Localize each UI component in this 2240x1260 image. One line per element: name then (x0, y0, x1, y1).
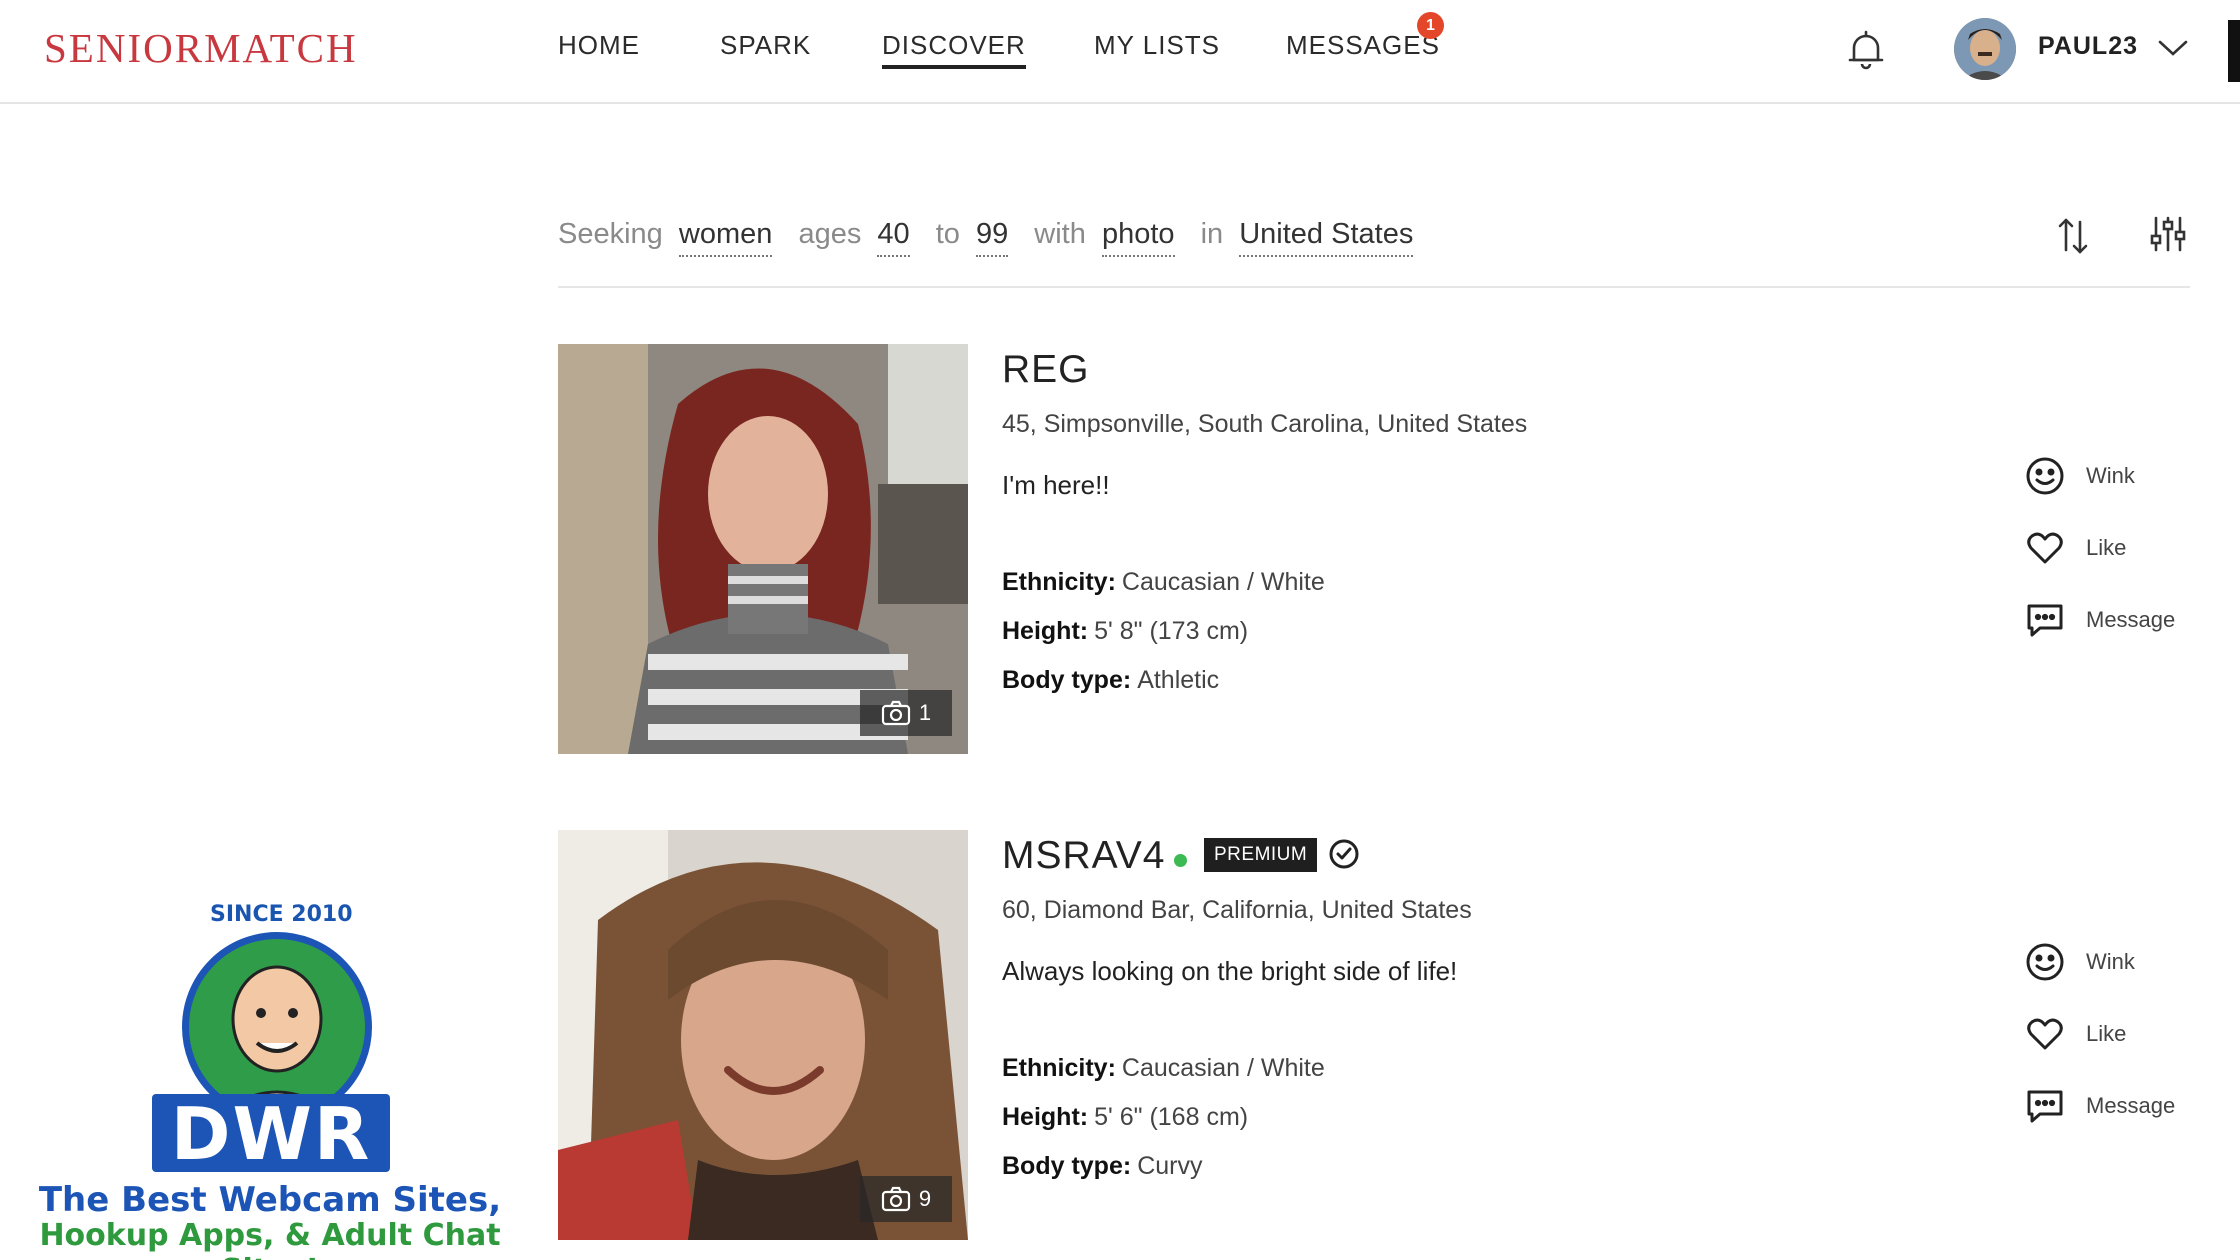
site-logo[interactable]: SENIORMATCH (44, 24, 358, 72)
profile-height: Height: 5' 8" (173 cm) (1002, 617, 1248, 646)
watermark-brand: DWR (152, 1094, 390, 1174)
body-type-value: Curvy (1137, 1152, 1203, 1180)
premium-badge: PREMIUM (1204, 838, 1318, 872)
scrollbar-edge (2228, 20, 2240, 82)
profile-photo[interactable]: 9 (558, 830, 968, 1240)
location-filter[interactable]: United States (1239, 218, 1414, 257)
to-label: to (935, 218, 960, 250)
photo-count-badge[interactable]: 1 (860, 690, 952, 736)
profile-card: 1 REG 45, Simpsonville, South Carolina, … (558, 344, 2190, 754)
like-button[interactable]: Like (2024, 1012, 2126, 1056)
profile-name[interactable]: MSRAV4 (1002, 834, 1166, 878)
height-value: 5' 6" (168 cm) (1094, 1103, 1249, 1131)
in-label: in (1200, 218, 1224, 250)
nav-discover[interactable]: DISCOVER (882, 30, 1026, 69)
filter-settings-icon[interactable] (2148, 214, 2188, 254)
ethnicity-label: Ethnicity: (1002, 568, 1116, 596)
body-type-value: Athletic (1137, 666, 1220, 694)
photo-count: 9 (918, 1186, 932, 1211)
photo-filter[interactable]: photo (1101, 218, 1175, 257)
wink-label: Wink (2086, 949, 2135, 974)
profile-photo[interactable]: 1 (558, 344, 968, 754)
ethnicity-value: Caucasian / White (1121, 568, 1325, 596)
like-label: Like (2086, 1021, 2127, 1046)
nav-my-lists[interactable]: MY LISTS (1094, 30, 1220, 61)
wink-smiley-icon (2026, 943, 2064, 981)
wink-label: Wink (2086, 463, 2135, 488)
seeking-gender-filter[interactable]: women (678, 218, 773, 257)
profile-location: 45, Simpsonville, South Carolina, United… (1002, 410, 1528, 438)
age-max-filter[interactable]: 99 (975, 218, 1009, 257)
message-label: Message (2086, 607, 2176, 632)
ethnicity-value: Caucasian / White (1121, 1054, 1325, 1082)
messages-unread-badge: 1 (1417, 12, 1444, 39)
message-button[interactable]: Message (2024, 598, 2175, 642)
with-label: with (1034, 218, 1086, 250)
profile-tagline: Always looking on the bright side of lif… (1002, 956, 1458, 986)
username-label[interactable]: PAUL23 (2038, 32, 2138, 61)
chevron-down-icon[interactable] (2158, 38, 2188, 58)
ages-label: ages (798, 218, 862, 250)
profile-body-type: Body type: Curvy (1002, 1152, 1202, 1181)
divider (558, 286, 2190, 288)
chat-bubble-icon (2027, 1090, 2063, 1123)
like-label: Like (2086, 535, 2127, 560)
watermark-line1: The Best Webcam Sites, (38, 1180, 502, 1220)
camera-icon (881, 1186, 910, 1212)
nav-spark[interactable]: SPARK (720, 30, 811, 61)
profile-location: 60, Diamond Bar, California, United Stat… (1002, 896, 1472, 924)
notifications-bell-icon[interactable] (1848, 30, 1884, 70)
user-avatar[interactable] (1954, 18, 2016, 80)
age-min-filter[interactable]: 40 (877, 218, 910, 257)
camera-icon (881, 700, 910, 726)
top-nav-bar: SENIORMATCH HOME SPARK DISCOVER MY LISTS… (0, 0, 2240, 104)
wink-smiley-icon (2026, 457, 2064, 495)
profile-ethnicity: Ethnicity: Caucasian / White (1002, 1054, 1325, 1083)
nav-messages[interactable]: MESSAGES (1286, 30, 1440, 61)
profile-tagline: I'm here!! (1002, 470, 1110, 500)
height-value: 5' 8" (173 cm) (1094, 617, 1249, 645)
profile-body-type: Body type: Athletic (1002, 666, 1219, 695)
body-type-label: Body type: (1002, 1152, 1132, 1180)
nav-home[interactable]: HOME (558, 30, 640, 61)
wink-button[interactable]: Wink (2024, 940, 2135, 984)
dwr-watermark: SINCE 2010 DWR The Best Webcam Sites, Ho… (0, 898, 540, 1260)
body-type-label: Body type: (1002, 666, 1132, 694)
watermark-line2: Hookup Apps, & Adult Chat Sites! (39, 1218, 501, 1260)
heart-icon (2027, 532, 2063, 564)
ethnicity-label: Ethnicity: (1002, 1054, 1116, 1082)
online-status-dot (1174, 854, 1187, 867)
like-button[interactable]: Like (2024, 526, 2126, 570)
profile-ethnicity: Ethnicity: Caucasian / White (1002, 568, 1325, 597)
profile-name[interactable]: REG (1002, 348, 1090, 392)
photo-count-badge[interactable]: 9 (860, 1176, 952, 1222)
seeking-label: Seeking (558, 218, 663, 250)
profile-card: 9 MSRAV4 PREMIUM 60, Diamond Bar, Califo… (558, 830, 2190, 1240)
verified-check-icon (1329, 839, 1359, 869)
message-label: Message (2086, 1093, 2176, 1118)
watermark-since: SINCE 2010 (210, 902, 353, 927)
photo-count: 1 (918, 700, 932, 725)
chat-bubble-icon (2027, 604, 2063, 637)
profile-height: Height: 5' 6" (168 cm) (1002, 1103, 1248, 1132)
height-label: Height: (1002, 1103, 1089, 1131)
search-filter-sentence: Seeking women ages 40 to 99 with photo i… (558, 218, 1414, 262)
wink-button[interactable]: Wink (2024, 454, 2135, 498)
sort-icon[interactable] (2056, 216, 2090, 256)
message-button[interactable]: Message (2024, 1084, 2175, 1128)
height-label: Height: (1002, 617, 1089, 645)
heart-icon (2027, 1018, 2063, 1050)
